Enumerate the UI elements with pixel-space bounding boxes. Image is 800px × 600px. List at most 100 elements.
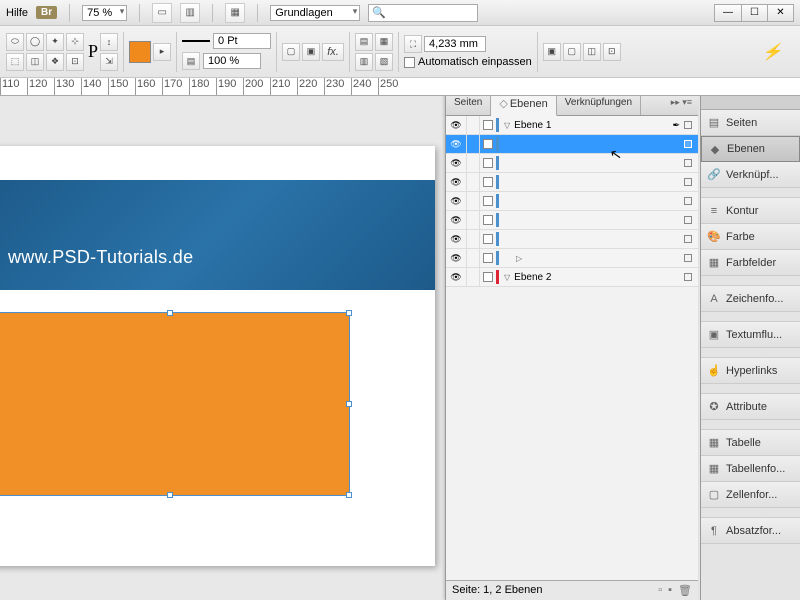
select-square[interactable] [684, 216, 692, 224]
panel-button[interactable]: ◆Ebenen [701, 136, 800, 162]
layer-row[interactable] [446, 211, 698, 230]
effects-icon[interactable]: ▣ [302, 43, 320, 61]
tool-icon[interactable]: ⬚ [6, 53, 24, 71]
fit-icon[interactable]: ⊡ [603, 43, 621, 61]
lock-cell[interactable] [466, 268, 480, 286]
panel-button[interactable]: ✪Attribute [701, 394, 800, 420]
stroke-weight-field[interactable]: 0 Pt [213, 33, 271, 49]
tool-icon[interactable]: ◫ [26, 53, 44, 71]
lock-cell[interactable] [466, 211, 480, 229]
visibility-icon[interactable] [446, 138, 466, 150]
lock-cell[interactable] [466, 135, 480, 153]
tool-icon[interactable]: ⊡ [66, 53, 84, 71]
panel-button[interactable]: 🎨Farbe [701, 224, 800, 250]
tab-pages[interactable]: Seiten [446, 96, 491, 115]
wrap-icon[interactable]: ▧ [375, 53, 393, 71]
view-options-icon[interactable]: ▥ [180, 3, 200, 23]
tool-icon[interactable]: ⬭ [6, 33, 24, 51]
lock-cell[interactable] [466, 154, 480, 172]
fill-swatch[interactable] [129, 41, 151, 63]
layer-row[interactable] [446, 154, 698, 173]
page[interactable]: www.PSD-Tutorials.de [0, 146, 435, 566]
layer-row[interactable] [446, 135, 698, 154]
lock-cell[interactable] [466, 249, 480, 267]
wrap-icon[interactable]: ▤ [355, 33, 373, 51]
layer-row[interactable] [446, 192, 698, 211]
canvas[interactable]: www.PSD-Tutorials.de Seiten ◇Ebenen Verk… [0, 96, 700, 600]
select-square[interactable] [684, 159, 692, 167]
collapse-icon[interactable]: ▸▸ ▾≡ [665, 96, 698, 115]
help-menu[interactable]: Hilfe [6, 7, 28, 19]
visibility-icon[interactable] [446, 176, 466, 188]
close-button[interactable]: ✕ [767, 5, 793, 21]
crop-icon[interactable]: ⛶ [404, 35, 422, 53]
lock-cell[interactable] [466, 173, 480, 191]
panel-button[interactable]: ▦Tabellenfo... [701, 456, 800, 482]
lock-cell[interactable] [466, 116, 480, 134]
tool-icon[interactable]: ⇲ [100, 53, 118, 71]
select-square[interactable] [684, 121, 692, 129]
arrange-icon[interactable]: ▦ [225, 3, 245, 23]
select-square[interactable] [684, 254, 692, 262]
tool-icon[interactable]: ⊹ [66, 33, 84, 51]
lock-cell[interactable] [466, 230, 480, 248]
fit-icon[interactable]: ◫ [583, 43, 601, 61]
panel-button[interactable]: 🔗Verknüpf... [701, 162, 800, 188]
visibility-icon[interactable] [446, 233, 466, 245]
visibility-icon[interactable] [446, 271, 466, 283]
corner-icon[interactable]: ▢ [282, 43, 300, 61]
select-square[interactable] [684, 235, 692, 243]
search-input[interactable]: 🔍 [368, 4, 478, 22]
tool-icon[interactable]: ↕ [100, 33, 118, 51]
panel-button[interactable]: ¶Absatzfor... [701, 518, 800, 544]
autofit-checkbox[interactable]: Automatisch einpassen [404, 56, 532, 68]
visibility-icon[interactable] [446, 214, 466, 226]
workspace-combo[interactable]: Grundlagen [270, 5, 360, 21]
select-square[interactable] [684, 178, 692, 186]
select-square[interactable] [684, 273, 692, 281]
swap-icon[interactable]: ▸ [153, 43, 171, 61]
tool-icon[interactable]: ◯ [26, 33, 44, 51]
panel-button[interactable]: AZeichenfo... [701, 286, 800, 312]
wrap-icon[interactable]: ▥ [355, 53, 373, 71]
bridge-button[interactable]: Br [36, 6, 57, 19]
panel-button[interactable]: ▤Seiten [701, 110, 800, 136]
select-square[interactable] [684, 140, 692, 148]
tool-icon[interactable]: ❖ [46, 53, 64, 71]
panel-button[interactable]: ▦Tabelle [701, 430, 800, 456]
panel-button[interactable]: ▢Zellenfor... [701, 482, 800, 508]
tool-icon[interactable]: ✦ [46, 33, 64, 51]
wrap-icon[interactable]: ▦ [375, 33, 393, 51]
layer-row[interactable] [446, 230, 698, 249]
panel-button[interactable]: ☝Hyperlinks [701, 358, 800, 384]
select-square[interactable] [684, 197, 692, 205]
type-tool[interactable]: P [88, 41, 98, 62]
visibility-icon[interactable] [446, 119, 466, 131]
new-page-icon[interactable]: ▫ [658, 584, 662, 597]
screen-mode-icon[interactable]: ▭ [152, 3, 172, 23]
panel-button[interactable]: ▦Farbfelder [701, 250, 800, 276]
lock-cell[interactable] [466, 192, 480, 210]
panel-button[interactable]: ▣Textumflu... [701, 322, 800, 348]
layer-row[interactable]: ▽ Ebene 1 ✒ [446, 116, 698, 135]
fx-button[interactable]: fx. [322, 43, 344, 61]
expand-icon[interactable]: ⚡ [762, 42, 794, 62]
trash-icon[interactable]: 🗑 [678, 584, 692, 597]
selected-rectangle[interactable] [0, 312, 350, 496]
layer-row[interactable]: ▷ [446, 249, 698, 268]
fit-icon[interactable]: ▣ [543, 43, 561, 61]
visibility-icon[interactable] [446, 195, 466, 207]
panel-button[interactable]: ≡Kontur [701, 198, 800, 224]
opacity-field[interactable]: 100 % [203, 53, 261, 69]
minimize-button[interactable]: — [715, 5, 741, 21]
banner-rect[interactable]: www.PSD-Tutorials.de [0, 180, 435, 290]
visibility-icon[interactable] [446, 157, 466, 169]
maximize-button[interactable]: ☐ [741, 5, 767, 21]
visibility-icon[interactable] [446, 252, 466, 264]
tab-links[interactable]: Verknüpfungen [557, 96, 641, 115]
layer-row[interactable] [446, 173, 698, 192]
tab-layers[interactable]: ◇Ebenen [491, 96, 556, 116]
layer-row[interactable]: ▽ Ebene 2 [446, 268, 698, 287]
new-layer-icon[interactable]: ▪ [668, 584, 672, 597]
fit-icon[interactable]: ▢ [563, 43, 581, 61]
